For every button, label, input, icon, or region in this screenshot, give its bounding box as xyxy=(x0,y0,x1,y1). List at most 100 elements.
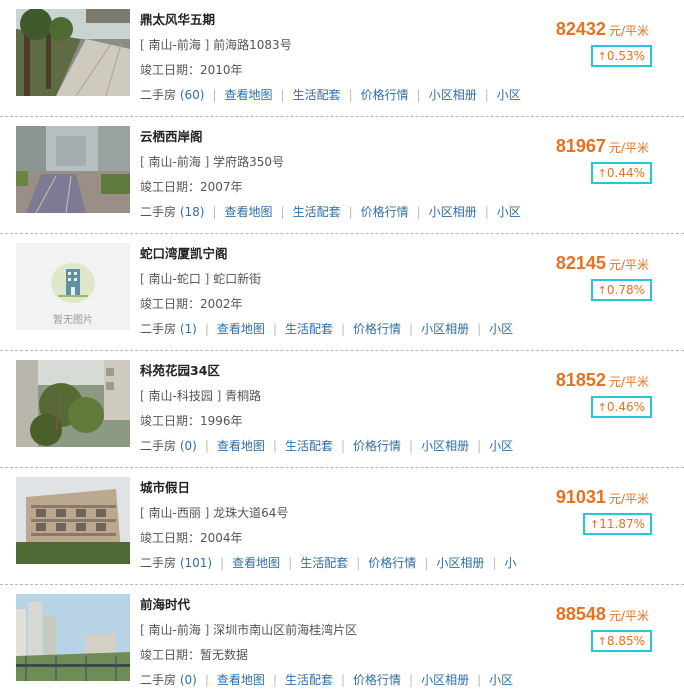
completion-date: 竣工日期：2007年 xyxy=(140,180,243,194)
community-name[interactable]: 城市假日 xyxy=(140,477,190,496)
unit-price: 82432 元/平米 xyxy=(556,19,649,40)
up-arrow-icon: ↑ xyxy=(597,50,607,63)
more-link[interactable]: 小区 xyxy=(497,88,521,102)
photo-album-link[interactable]: 小区相册 xyxy=(421,322,469,336)
community-address: [ 南山-蛇口 ] 蛇口新街 xyxy=(140,272,262,286)
completion-date: 竣工日期：2010年 xyxy=(140,63,243,77)
secondhand-link[interactable]: 二手房 (101) xyxy=(140,556,212,570)
community-photo[interactable] xyxy=(16,9,130,96)
walkway-photo xyxy=(16,9,130,96)
listing-links: 二手房 (0) | 查看地图 | 生活配套 | 价格行情 | 小区相册 | 小区 xyxy=(140,439,514,453)
price-value: 88548 xyxy=(555,604,606,624)
community-address: [ 南山-西丽 ] 龙珠大道64号 xyxy=(140,506,289,520)
photo-album-link[interactable]: 小区相册 xyxy=(429,205,477,219)
community-photo[interactable] xyxy=(16,594,130,681)
secondhand-link[interactable]: 二手房 (60) xyxy=(140,88,204,102)
price-unit: 元/平米 xyxy=(608,258,649,272)
amenities-link[interactable]: 生活配套 xyxy=(293,205,341,219)
amenities-link[interactable]: 生活配套 xyxy=(293,88,341,102)
listing-item: 城市假日 [ 南山-西丽 ] 龙珠大道64号 竣工日期：2004年 二手房 (1… xyxy=(0,468,684,585)
listing-item: 鼎太风华五期 [ 南山-前海 ] 前海路1083号 竣工日期：2010年 二手房… xyxy=(0,0,684,117)
towers-photo xyxy=(16,594,130,681)
price-unit: 元/平米 xyxy=(608,24,649,38)
view-map-link[interactable]: 查看地图 xyxy=(217,439,265,453)
more-link[interactable]: 小 xyxy=(504,556,516,570)
more-link[interactable]: 小区 xyxy=(489,439,513,453)
secondhand-link[interactable]: 二手房 (1) xyxy=(140,322,197,336)
secondhand-link[interactable]: 二手房 (18) xyxy=(140,205,204,219)
community-address: [ 南山-科技园 ] 青桐路 xyxy=(140,389,262,403)
photo-album-link[interactable]: 小区相册 xyxy=(429,88,477,102)
price-trend-link[interactable]: 价格行情 xyxy=(353,673,401,687)
street: 青桐路 xyxy=(225,389,262,403)
listing-links: 二手房 (1) | 查看地图 | 生活配套 | 价格行情 | 小区相册 | 小区 xyxy=(140,322,514,336)
view-map-link[interactable]: 查看地图 xyxy=(217,322,265,336)
building-photo xyxy=(16,477,130,564)
community-name[interactable]: 鼎太风华五期 xyxy=(140,9,215,28)
price-change-value: 0.53% xyxy=(606,49,645,63)
price-value: 91031 xyxy=(555,487,606,507)
price-change-badge: ↑11.87% xyxy=(583,513,652,535)
amenities-link[interactable]: 生活配套 xyxy=(285,439,333,453)
community-address: [ 南山-前海 ] 学府路350号 xyxy=(140,155,285,169)
photo-album-link[interactable]: 小区相册 xyxy=(421,673,469,687)
more-link[interactable]: 小区 xyxy=(497,205,521,219)
view-map-link[interactable]: 查看地图 xyxy=(225,88,273,102)
photo-album-link[interactable]: 小区相册 xyxy=(436,556,484,570)
community-photo[interactable]: 暂无图片 xyxy=(16,243,130,330)
unit-price: 91031 元/平米 xyxy=(556,487,649,508)
community-name[interactable]: 蛇口湾厦凯宁阁 xyxy=(140,243,228,262)
community-name[interactable]: 科苑花园34区 xyxy=(140,360,220,379)
up-arrow-icon: ↑ xyxy=(590,518,600,531)
street: 深圳市南山区前海桂湾片区 xyxy=(213,623,358,637)
price-trend-link[interactable]: 价格行情 xyxy=(361,205,409,219)
community-photo[interactable] xyxy=(16,126,130,213)
district: 南山-西丽 xyxy=(148,506,201,520)
unit-price: 81967 元/平米 xyxy=(556,136,649,157)
more-link[interactable]: 小区 xyxy=(489,673,513,687)
listing-links: 二手房 (60) | 查看地图 | 生活配套 | 价格行情 | 小区相册 | 小区 xyxy=(140,88,521,102)
amenities-link[interactable]: 生活配套 xyxy=(285,673,333,687)
district: 南山-前海 xyxy=(148,38,201,52)
completion-date: 竣工日期：2002年 xyxy=(140,297,243,311)
secondhand-link[interactable]: 二手房 (0) xyxy=(140,673,197,687)
amenities-link[interactable]: 生活配套 xyxy=(285,322,333,336)
view-map-link[interactable]: 查看地图 xyxy=(225,205,273,219)
view-map-link[interactable]: 查看地图 xyxy=(232,556,280,570)
district: 南山-蛇口 xyxy=(148,272,201,286)
price-change-badge: ↑0.46% xyxy=(590,396,652,418)
plaza-photo xyxy=(16,126,130,213)
community-photo[interactable] xyxy=(16,360,130,447)
price-change-badge: ↑0.44% xyxy=(590,162,652,184)
price-value: 81967 xyxy=(555,136,606,156)
price-unit: 元/平米 xyxy=(608,492,649,506)
more-link[interactable]: 小区 xyxy=(489,322,513,336)
completion-date: 竣工日期：1996年 xyxy=(140,414,243,428)
price-change-badge: ↑8.85% xyxy=(590,630,652,652)
up-arrow-icon: ↑ xyxy=(597,635,607,648)
price-change-value: 11.87% xyxy=(599,517,645,531)
view-map-link[interactable]: 查看地图 xyxy=(217,673,265,687)
community-name[interactable]: 前海时代 xyxy=(140,594,190,613)
street: 龙珠大道64号 xyxy=(213,506,289,520)
amenities-link[interactable]: 生活配套 xyxy=(300,556,348,570)
completion-date: 竣工日期：2004年 xyxy=(140,531,243,545)
price-change-value: 0.44% xyxy=(606,166,645,180)
price-unit: 元/平米 xyxy=(608,375,649,389)
photo-album-link[interactable]: 小区相册 xyxy=(421,439,469,453)
secondhand-link[interactable]: 二手房 (0) xyxy=(140,439,197,453)
listing-item: 云栖西岸阁 [ 南山-前海 ] 学府路350号 竣工日期：2007年 二手房 (… xyxy=(0,117,684,234)
price-trend-link[interactable]: 价格行情 xyxy=(361,88,409,102)
price-value: 81852 xyxy=(555,370,606,390)
street: 前海路1083号 xyxy=(213,38,292,52)
community-name[interactable]: 云栖西岸阁 xyxy=(140,126,203,145)
price-change-value: 0.78% xyxy=(606,283,645,297)
price-change-badge: ↑0.53% xyxy=(590,45,652,67)
price-trend-link[interactable]: 价格行情 xyxy=(353,439,401,453)
price-trend-link[interactable]: 价格行情 xyxy=(368,556,416,570)
price-trend-link[interactable]: 价格行情 xyxy=(353,322,401,336)
community-photo[interactable] xyxy=(16,477,130,564)
price-value: 82145 xyxy=(555,253,606,273)
street: 学府路350号 xyxy=(213,155,285,169)
street: 蛇口新街 xyxy=(213,272,262,286)
